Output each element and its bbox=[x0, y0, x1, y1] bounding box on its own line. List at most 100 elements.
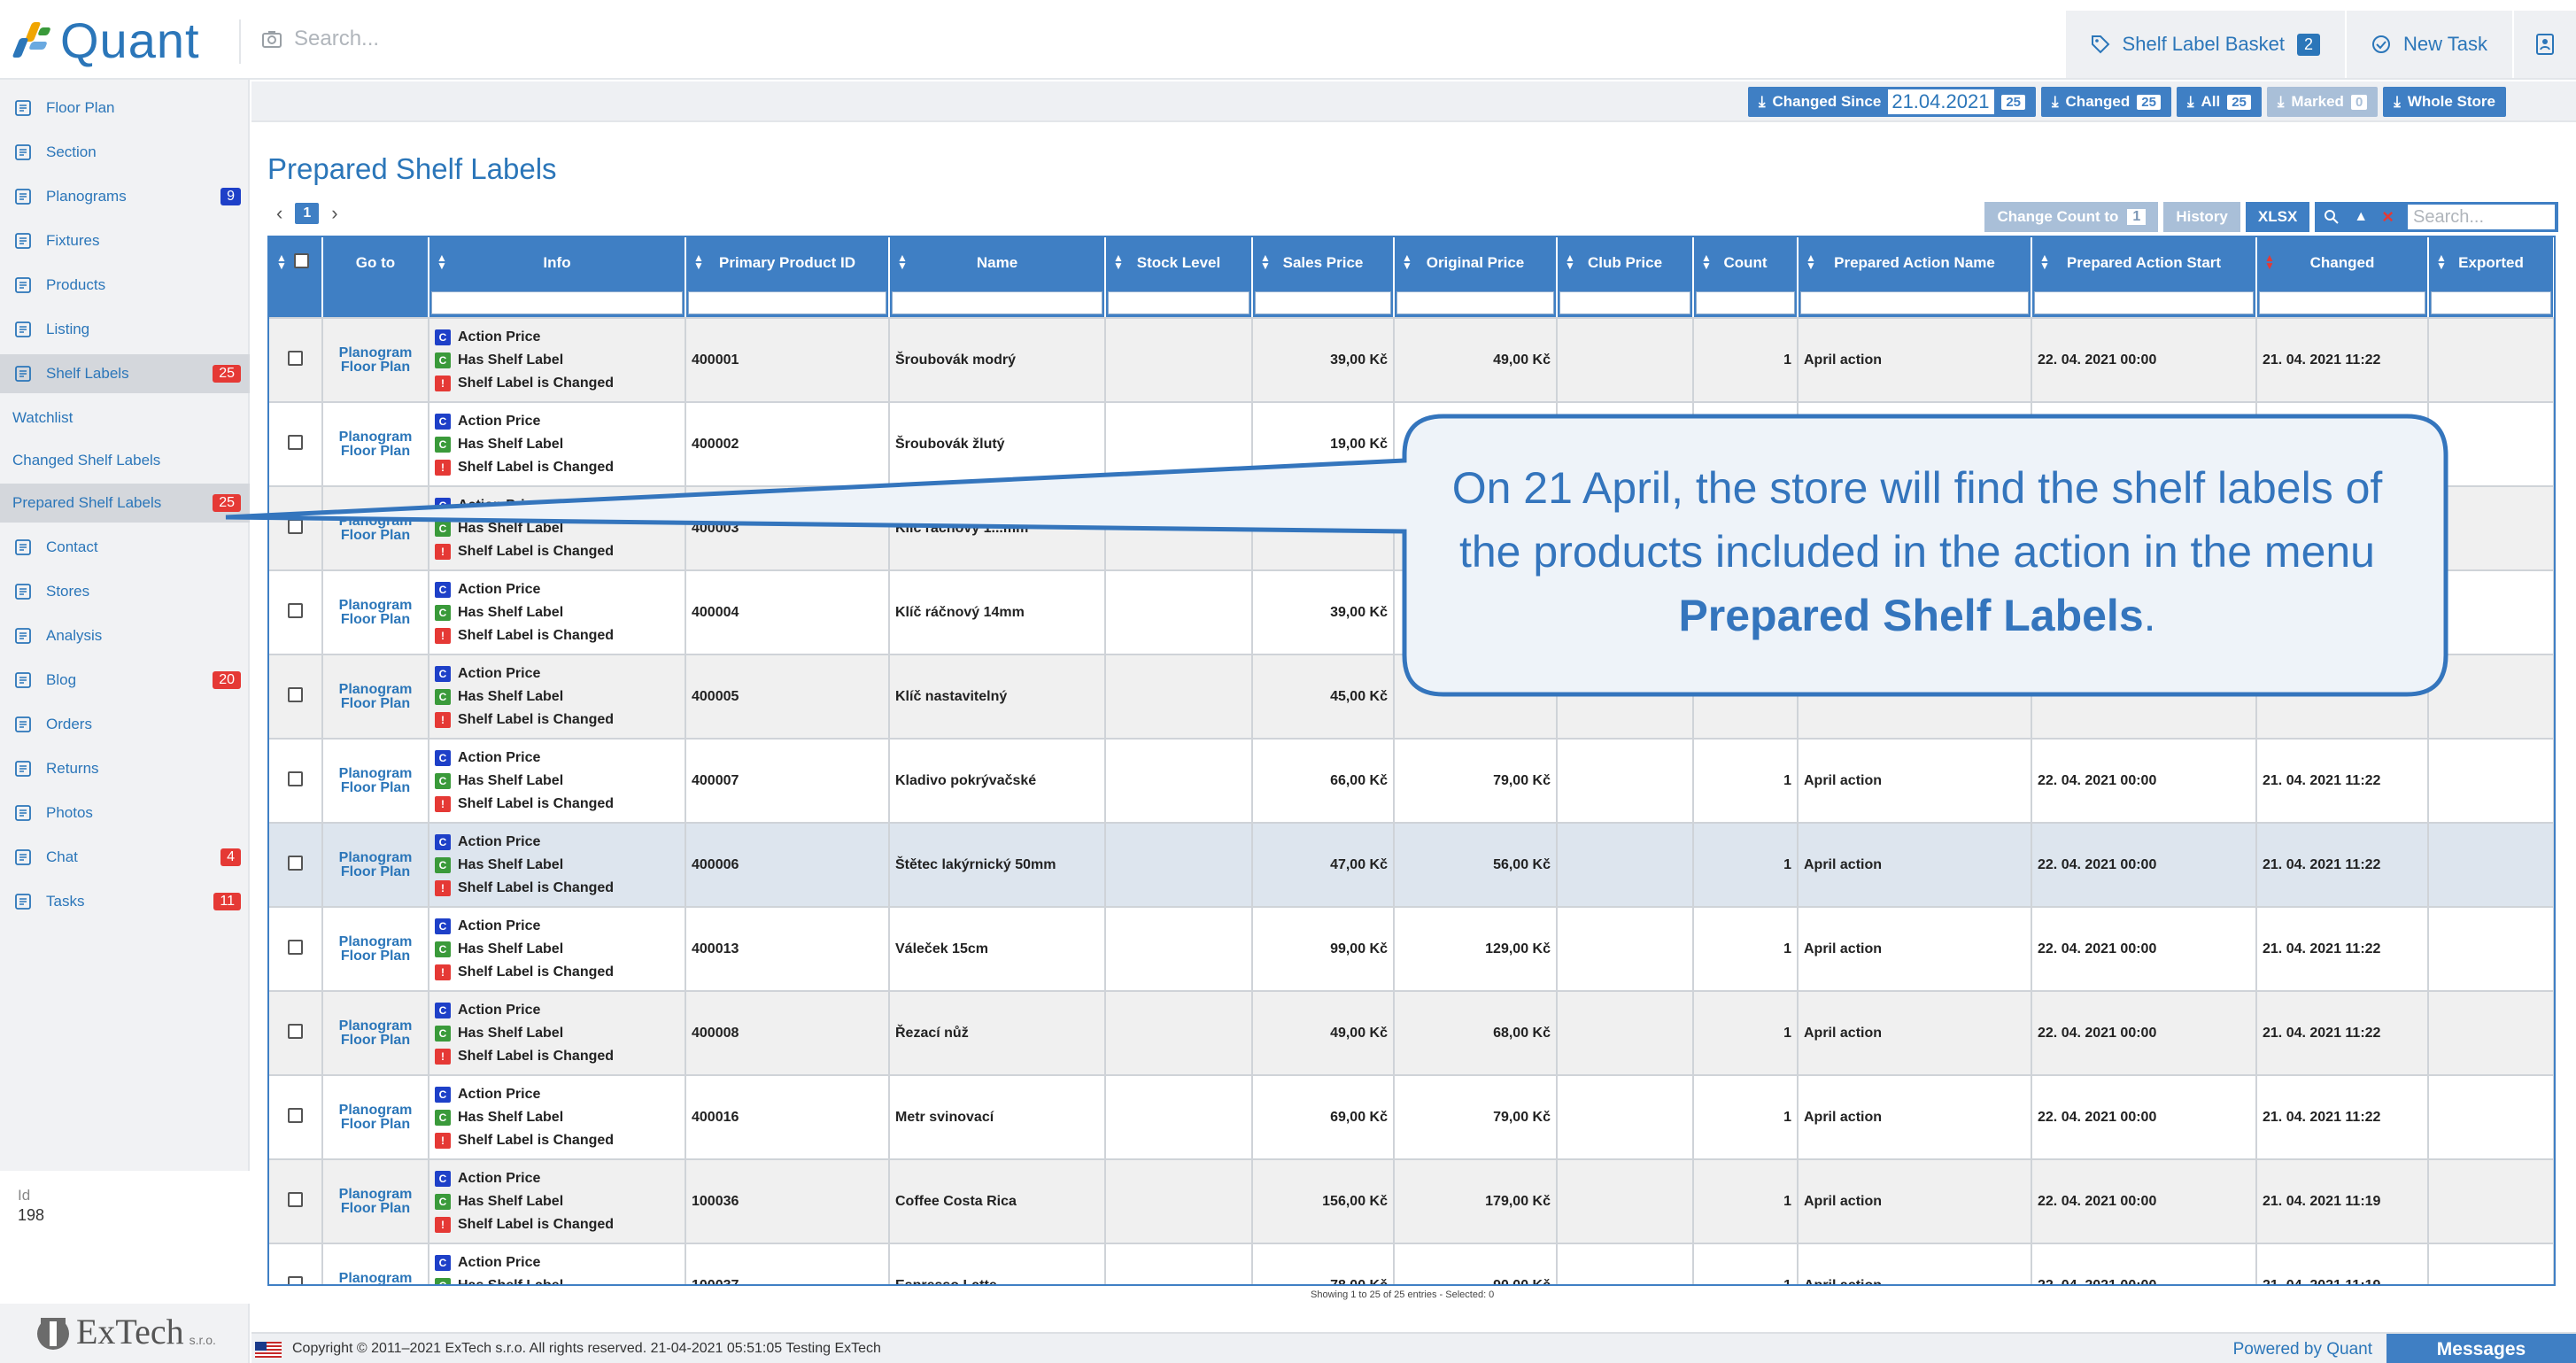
column-filter-input[interactable] bbox=[688, 291, 886, 314]
sidebar-item-analysis[interactable]: Analysis bbox=[0, 616, 250, 655]
floor-plan-link[interactable]: Floor Plan bbox=[329, 780, 422, 795]
search-icon[interactable] bbox=[2324, 209, 2340, 225]
column-header-name[interactable]: ▲ ▼ Name bbox=[889, 237, 1106, 289]
us-flag-icon[interactable] bbox=[255, 1342, 282, 1358]
floor-plan-link[interactable]: Floor Plan bbox=[329, 1033, 422, 1048]
sidebar-item-orders[interactable]: Orders bbox=[0, 705, 250, 744]
row-checkbox[interactable] bbox=[288, 434, 303, 450]
floor-plan-link[interactable]: Floor Plan bbox=[329, 1201, 422, 1216]
column-header-go-to[interactable]: Go to bbox=[322, 237, 429, 289]
floor-plan-link[interactable]: Floor Plan bbox=[329, 696, 422, 711]
planogram-link[interactable]: Planogram bbox=[329, 1018, 422, 1034]
whole-store-button[interactable]: ⤓ Whole Store bbox=[2383, 87, 2506, 117]
sidebar-item-listing[interactable]: Listing bbox=[0, 310, 250, 349]
column-header-club-price[interactable]: ▲ ▼ Club Price bbox=[1557, 237, 1694, 289]
column-filter-input[interactable] bbox=[2259, 291, 2425, 314]
table-row[interactable]: PlanogramFloor PlanCAction PriceCHas She… bbox=[269, 991, 2554, 1076]
planogram-link[interactable]: Planogram bbox=[329, 430, 422, 445]
user-profile-button[interactable] bbox=[2512, 11, 2576, 78]
changed-button[interactable]: ⤓ Changed 25 bbox=[2041, 87, 2171, 117]
select-all-header[interactable]: ▲ ▼ bbox=[269, 237, 323, 289]
planogram-link[interactable]: Planogram bbox=[329, 1103, 422, 1118]
next-page-icon[interactable]: › bbox=[331, 202, 337, 225]
column-filter-input[interactable] bbox=[1396, 291, 1554, 314]
sidebar-item-chat[interactable]: Chat 4 bbox=[0, 838, 250, 877]
triangle-up-icon[interactable]: ▲ bbox=[2354, 209, 2368, 225]
planogram-link[interactable]: Planogram bbox=[329, 514, 422, 529]
row-checkbox[interactable] bbox=[288, 1107, 303, 1123]
sidebar-item-photos[interactable]: Photos bbox=[0, 794, 250, 833]
sidebar-item-products[interactable]: Products bbox=[0, 266, 250, 305]
floor-plan-link[interactable]: Floor Plan bbox=[329, 444, 422, 459]
row-checkbox[interactable] bbox=[288, 939, 303, 955]
table-row[interactable]: PlanogramFloor PlanCAction PriceCHas She… bbox=[269, 654, 2554, 740]
camera-icon[interactable] bbox=[262, 30, 282, 48]
floor-plan-link[interactable]: Floor Plan bbox=[329, 1117, 422, 1132]
row-checkbox[interactable] bbox=[288, 350, 303, 366]
sidebar-item-watchlist[interactable]: Watchlist bbox=[0, 399, 250, 438]
sidebar-item-blog[interactable]: Blog 20 bbox=[0, 661, 250, 700]
xlsx-button[interactable]: XLSX bbox=[2245, 202, 2310, 232]
planogram-link[interactable]: Planogram bbox=[329, 766, 422, 781]
table-row[interactable]: PlanogramFloor PlanCAction PriceCHas She… bbox=[269, 1075, 2554, 1160]
row-checkbox[interactable] bbox=[288, 518, 303, 534]
sidebar-item-tasks[interactable]: Tasks 11 bbox=[0, 882, 250, 921]
row-checkbox[interactable] bbox=[288, 602, 303, 618]
column-header-sales-price[interactable]: ▲ ▼ Sales Price bbox=[1252, 237, 1395, 289]
column-header-info[interactable]: ▲ ▼ Info bbox=[429, 237, 686, 289]
sidebar-item-planograms[interactable]: Planograms 9 bbox=[0, 177, 250, 216]
page-1-button[interactable]: 1 bbox=[295, 203, 320, 224]
new-task-button[interactable]: New Task bbox=[2345, 11, 2512, 78]
column-filter-input[interactable] bbox=[1800, 291, 2029, 314]
column-header-prepared-action-start[interactable]: ▲ ▼ Prepared Action Start bbox=[2031, 237, 2257, 289]
column-filter-input[interactable] bbox=[892, 291, 1102, 314]
column-header-primary-product-id[interactable]: ▲ ▼ Primary Product ID bbox=[685, 237, 890, 289]
planogram-link[interactable]: Planogram bbox=[329, 1187, 422, 1202]
table-row[interactable]: PlanogramFloor PlanCAction PriceCHas She… bbox=[269, 823, 2554, 908]
table-row[interactable]: PlanogramFloor PlanCAction PriceCHas She… bbox=[269, 1243, 2554, 1287]
column-header-prepared-action-name[interactable]: ▲ ▼ Prepared Action Name bbox=[1798, 237, 2032, 289]
quant-logo[interactable]: Quant bbox=[12, 12, 243, 68]
row-checkbox[interactable] bbox=[288, 1023, 303, 1039]
planogram-link[interactable]: Planogram bbox=[329, 1271, 422, 1284]
sidebar-item-fixtures[interactable]: Fixtures bbox=[0, 221, 250, 260]
column-filter-input[interactable] bbox=[431, 291, 683, 314]
row-checkbox[interactable] bbox=[288, 855, 303, 871]
row-checkbox[interactable] bbox=[288, 771, 303, 786]
column-header-stock-level[interactable]: ▲ ▼ Stock Level bbox=[1105, 237, 1253, 289]
shelf-label-basket-button[interactable]: Shelf Label Basket 2 bbox=[2063, 11, 2346, 78]
changed-since-date-input[interactable] bbox=[1888, 89, 1995, 114]
column-filter-input[interactable] bbox=[1696, 291, 1795, 314]
floor-plan-link[interactable]: Floor Plan bbox=[329, 528, 422, 543]
floor-plan-link[interactable]: Floor Plan bbox=[329, 360, 422, 375]
sidebar-item-shelf-labels[interactable]: Shelf Labels 25 bbox=[0, 354, 250, 393]
column-filter-input[interactable] bbox=[2034, 291, 2254, 314]
floor-plan-link[interactable]: Floor Plan bbox=[329, 612, 422, 627]
planogram-link[interactable]: Planogram bbox=[329, 598, 422, 613]
sidebar-item-returns[interactable]: Returns bbox=[0, 749, 250, 788]
planogram-link[interactable]: Planogram bbox=[329, 682, 422, 697]
table-row[interactable]: PlanogramFloor PlanCAction PriceCHas She… bbox=[269, 907, 2554, 992]
column-filter-input[interactable] bbox=[1559, 291, 1690, 314]
table-row[interactable]: PlanogramFloor PlanCAction PriceCHas She… bbox=[269, 318, 2554, 403]
floor-plan-link[interactable]: Floor Plan bbox=[329, 1286, 422, 1287]
column-header-count[interactable]: ▲ ▼ Count bbox=[1693, 237, 1799, 289]
powered-by-link[interactable]: Powered by Quant bbox=[2233, 1340, 2372, 1359]
floor-plan-link[interactable]: Floor Plan bbox=[329, 949, 422, 964]
sidebar-item-prepared-shelf-labels[interactable]: Prepared Shelf Labels 25 bbox=[0, 484, 250, 523]
sidebar-item-contact[interactable]: Contact bbox=[0, 528, 250, 567]
change-count-value[interactable]: 1 bbox=[2127, 209, 2147, 225]
table-search-input[interactable] bbox=[2408, 205, 2555, 229]
column-header-original-price[interactable]: ▲ ▼ Original Price bbox=[1394, 237, 1558, 289]
row-checkbox[interactable] bbox=[288, 1275, 303, 1284]
change-count-button[interactable]: Change Count to 1 bbox=[1984, 202, 2159, 232]
row-checkbox[interactable] bbox=[288, 686, 303, 702]
column-filter-input[interactable] bbox=[1255, 291, 1391, 314]
column-filter-input[interactable] bbox=[2431, 291, 2551, 314]
all-button[interactable]: ⤓ All 25 bbox=[2176, 87, 2262, 117]
sidebar-item-floor-plan[interactable]: Floor Plan bbox=[0, 89, 250, 128]
messages-button[interactable]: Messages bbox=[2386, 1334, 2576, 1363]
changed-since-button[interactable]: ⤓ Changed Since 25 bbox=[1748, 87, 2037, 117]
history-button[interactable]: History bbox=[2163, 202, 2240, 232]
clear-icon[interactable]: × bbox=[2382, 205, 2394, 228]
